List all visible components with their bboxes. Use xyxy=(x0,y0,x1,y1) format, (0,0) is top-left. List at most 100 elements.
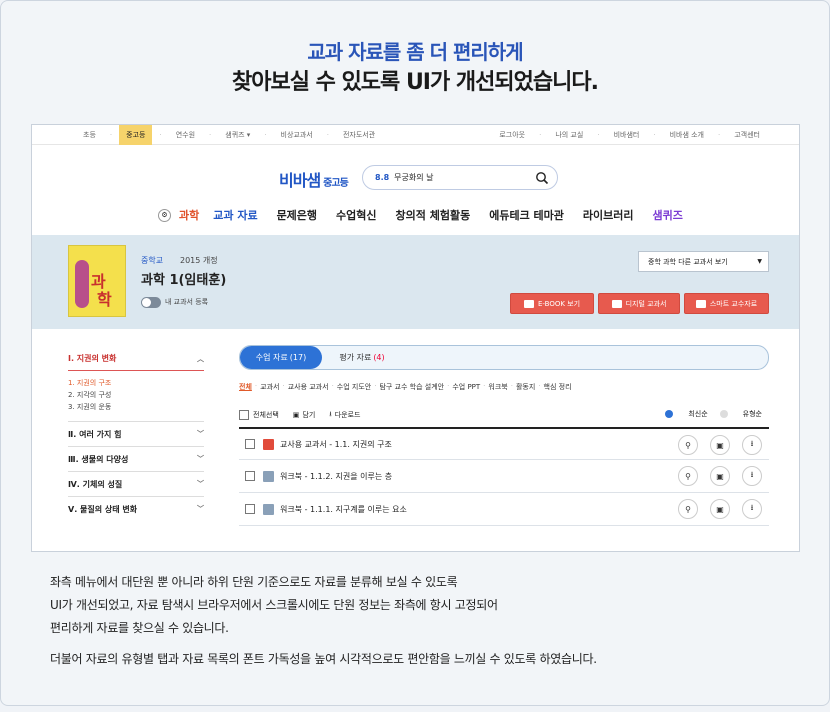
tab-class-materials[interactable]: 수업 자료 (17) xyxy=(240,346,322,369)
filter-textbook[interactable]: 교과서 xyxy=(260,382,279,392)
sidebar-sub-3[interactable]: 3. 지권의 운동 xyxy=(68,401,204,413)
list-item[interactable]: 워크북 - 1.1.1. 지구계를 이루는 요소 ⚲ ▣ ⭳ xyxy=(239,493,769,526)
util-support[interactable]: 고객센터 xyxy=(727,130,767,140)
nav-class-materials[interactable]: 교과 자료 xyxy=(213,207,257,223)
list-item[interactable]: 워크북 - 1.1.2. 지권을 이루는 층 ⚲ ▣ ⭳ xyxy=(239,460,769,493)
sidebar-unit-3[interactable]: Ⅲ. 생물의 다양성 ﹀ xyxy=(68,446,204,471)
row-title[interactable]: 워크북 - 1.1.2. 지권을 이루는 층 xyxy=(280,471,392,482)
row-checkbox[interactable] xyxy=(245,504,255,514)
filter-worksheet[interactable]: 활동지 xyxy=(516,382,535,392)
util-elementary[interactable]: 초등 xyxy=(76,125,103,145)
util-my-class[interactable]: 나의 교실 xyxy=(548,130,590,140)
chevron-down-icon: ﹀ xyxy=(197,430,204,438)
filter-workbook[interactable]: 워크북 xyxy=(488,382,507,392)
sidebar-unit-2[interactable]: Ⅱ. 여러 가지 힘 ﹀ xyxy=(68,421,204,446)
download-icon[interactable]: ⭳ xyxy=(742,499,762,519)
row-title[interactable]: 워크북 - 1.1.1. 지구계를 이루는 요소 xyxy=(280,504,407,515)
description-line1: 좌측 메뉴에서 대단원 뿐 아니라 하위 단원 기준으로도 자료를 분류해 보실… xyxy=(50,575,458,589)
utility-bar: 초등 · 중고등 · 연수원 · 샘퀴즈 ▾ · 비상교과서 · 전자도서관 로그아웃 · … xyxy=(32,125,799,145)
preview-icon[interactable]: ⚲ xyxy=(678,499,698,519)
search-value: 무궁화의 날 xyxy=(394,173,434,182)
nav-samquiz[interactable]: 샘퀴즈 xyxy=(652,207,682,223)
download-button[interactable]: ⭳ 다운로드 xyxy=(329,410,360,421)
preview-icon[interactable]: ⚲ xyxy=(678,466,698,486)
sort-type-radio[interactable]: 유형순 xyxy=(719,409,762,419)
register-label: 내 교과서 등록 xyxy=(165,298,209,306)
search-icon[interactable] xyxy=(535,171,549,185)
preview-icon[interactable]: ⚲ xyxy=(678,435,698,455)
sidebar-unit-1[interactable]: Ⅰ. 지권의 변화 ︿ xyxy=(68,347,204,371)
search-tag: 8.8 xyxy=(375,173,390,182)
chevron-down-icon: ▼ xyxy=(757,258,762,265)
filter-summary[interactable]: 핵심 정리 xyxy=(544,382,572,392)
filter-lesson-plan[interactable]: 수업 지도안 xyxy=(337,382,371,392)
sidebar-unit-4[interactable]: Ⅳ. 기체의 성질 ﹀ xyxy=(68,471,204,496)
chevron-up-icon: ︿ xyxy=(197,354,204,363)
gear-icon[interactable]: ⚙ xyxy=(158,208,171,222)
row-checkbox[interactable] xyxy=(245,439,255,449)
util-library[interactable]: 전자도서관 xyxy=(336,125,382,145)
description-line2: UI가 개선되었고, 자료 탐색시 브라우저에서 스크롤시에도 단원 정보는 좌… xyxy=(50,598,498,612)
site-screenshot: 초등 · 중고등 · 연수원 · 샘퀴즈 ▾ · 비상교과서 · 전자도서관 로그아웃 · … xyxy=(31,124,800,552)
sidebar-sub-2[interactable]: 2. 지각의 구성 xyxy=(68,389,204,401)
other-textbook-select[interactable]: 중학 과학 다른 교과서 보기 ▼ xyxy=(638,251,769,272)
download-icon[interactable]: ⭳ xyxy=(742,466,762,486)
list-toolbar: 전체선택 ▣ 담기 ⭳ 다운로드 최신순 유형순 xyxy=(239,409,769,421)
filter-all[interactable]: 전체 xyxy=(239,382,252,392)
main-nav: ⚙ 과학 교과 자료 문제은행 수업혁신 창의적 체험활동 에듀테크 테마관 라… xyxy=(158,207,702,223)
nav-class-innovation[interactable]: 수업혁신 xyxy=(336,207,376,223)
ebook-button[interactable]: E-BOOK 보기 xyxy=(510,293,594,314)
document-icon xyxy=(695,299,706,308)
pdf-icon xyxy=(263,438,274,450)
description-line4: 더불어 자료의 유형별 탭과 자료 목록의 폰트 가독성을 높여 시각적으로도 … xyxy=(50,652,597,666)
sidebar-unit-5[interactable]: Ⅴ. 물질의 상태 변화 ﹀ xyxy=(68,496,204,521)
util-vivasamteo[interactable]: 비바샘터 xyxy=(607,130,647,140)
type-filters: 전체 · 교과서 · 교사용 교과서 · 수업 지도안 · 탐구 교수 학습 설계안 · … xyxy=(239,382,572,392)
sidebar-sub-1[interactable]: 1. 지권의 구조 xyxy=(68,377,204,389)
curriculum-label: 2015 개정 xyxy=(180,256,218,265)
nav-library[interactable]: 라이브러리 xyxy=(583,207,634,223)
filter-inquiry-design[interactable]: 탐구 교수 학습 설계안 xyxy=(379,382,444,392)
search-input[interactable]: 8.8 무궁화의 날 xyxy=(362,165,558,190)
save-icon[interactable]: ▣ xyxy=(710,499,730,519)
site-logo[interactable]: 비바샘 중고등 xyxy=(279,167,349,191)
nav-subject[interactable]: 과학 xyxy=(179,207,199,223)
download-icon: ⭳ xyxy=(329,409,332,418)
unit-sidebar: Ⅰ. 지권의 변화 ︿ 1. 지권의 구조 2. 지각의 구성 3. 지권의 운동… xyxy=(68,347,204,521)
material-tabs: 수업 자료 (17) 평가 자료 (4) xyxy=(239,345,769,370)
description-line3: 편리하게 자료를 찾으실 수 있습니다. xyxy=(50,621,229,635)
save-button[interactable]: ▣ 담기 xyxy=(293,410,316,420)
textbook-cover: 과 학 xyxy=(68,245,126,317)
row-checkbox[interactable] xyxy=(245,471,255,481)
smart-materials-button[interactable]: 스마트 교수자료 xyxy=(684,293,769,314)
nav-edutech[interactable]: 에듀테크 테마관 xyxy=(489,207,564,223)
nav-question-bank[interactable]: 문제은행 xyxy=(277,207,317,223)
filter-ppt[interactable]: 수업 PPT xyxy=(452,382,480,392)
select-all-checkbox[interactable]: 전체선택 xyxy=(239,410,279,420)
materials-panel: 수업 자료 (17) 평가 자료 (4) 전체 · 교과서 · 교사용 교과서 · 수업 … xyxy=(239,345,769,526)
list-item[interactable]: 교사용 교과서 - 1.1. 지권의 구조 ⚲ ▣ ⭳ xyxy=(239,427,769,460)
register-toggle[interactable] xyxy=(141,297,161,308)
sort-newest-radio[interactable]: 최신순 xyxy=(665,409,708,419)
util-logout[interactable]: 로그아웃 xyxy=(492,130,532,140)
save-icon[interactable]: ▣ xyxy=(710,435,730,455)
util-samquiz[interactable]: 샘퀴즈 ▾ xyxy=(218,125,257,145)
nav-creative-activity[interactable]: 창의적 체험활동 xyxy=(396,207,471,223)
util-middle-high[interactable]: 중고등 xyxy=(119,125,153,145)
folder-icon xyxy=(263,503,274,515)
tab-assessment-materials[interactable]: 평가 자료 (4) xyxy=(322,346,402,369)
textbook-band: 과 학 중학교 2015 개정 과학 1(임태훈) 내 교과서 등록 중학 과학… xyxy=(32,235,799,329)
monitor-icon xyxy=(611,299,622,308)
school-level: 중학교 xyxy=(141,256,164,265)
save-icon: ▣ xyxy=(292,411,300,419)
filter-teacher-textbook[interactable]: 교사용 교과서 xyxy=(288,382,329,392)
headline-line2: 찾아보실 수 있도록 UI가 개선되었습니다. xyxy=(232,70,599,95)
download-icon[interactable]: ⭳ xyxy=(742,435,762,455)
util-about[interactable]: 비바샘 소개 xyxy=(663,130,711,140)
book-icon xyxy=(523,299,534,308)
util-textbook[interactable]: 비상교과서 xyxy=(274,125,320,145)
digital-textbook-button[interactable]: 디지털 교과서 xyxy=(598,293,680,314)
row-title[interactable]: 교사용 교과서 - 1.1. 지권의 구조 xyxy=(280,439,392,450)
save-icon[interactable]: ▣ xyxy=(710,466,730,486)
util-training[interactable]: 연수원 xyxy=(169,125,202,145)
